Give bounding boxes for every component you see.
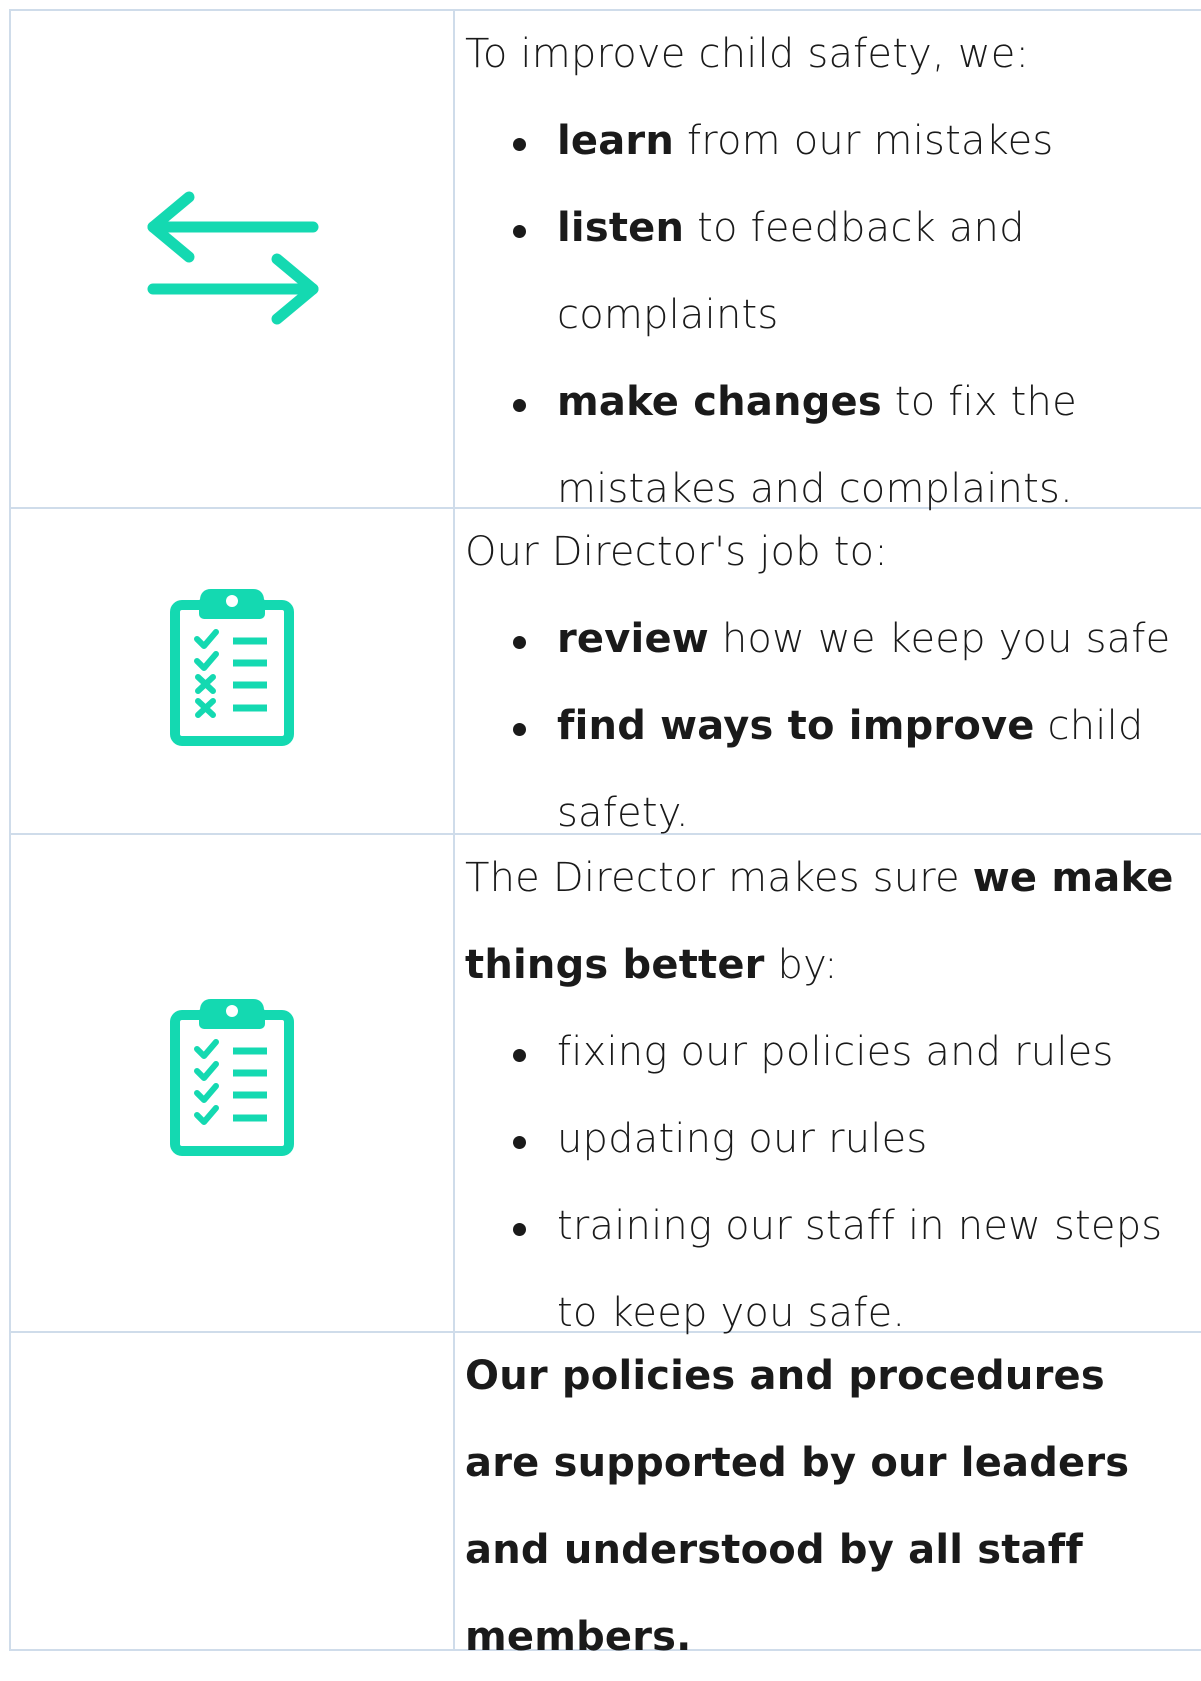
list-item: find ways to improve child safety. <box>465 683 1201 857</box>
list-item: review how we keep you safe <box>465 596 1201 683</box>
statement-text: Our policies and procedures are supporte… <box>465 1353 1130 1660</box>
list-item: training our staff in new steps to keep … <box>465 1183 1201 1357</box>
content-table: To improve child safety, we: learn from … <box>9 9 1201 1660</box>
bullet-list: fixing our policies and rules updating o… <box>465 1009 1201 1357</box>
text-cell: To improve child safety, we: learn from … <box>455 11 1201 512</box>
text-cell: The Director makes sure we make things b… <box>455 835 1201 1336</box>
list-item: learn from our mistakes <box>465 98 1201 185</box>
list-item: updating our rules <box>465 1096 1201 1183</box>
icon-cell <box>11 11 455 507</box>
text-cell: Our policies and procedures are supporte… <box>455 1333 1201 1660</box>
intro-text: The Director makes sure we make things b… <box>465 855 1174 988</box>
checklist-clipboard-icon <box>170 999 294 1156</box>
intro-text: To improve child safety, we: <box>465 31 1030 77</box>
list-item: listen to feedback and complaints <box>465 185 1201 359</box>
table-row: To improve child safety, we: learn from … <box>11 11 1201 512</box>
bullet-list: learn from our mistakes listen to feedba… <box>465 98 1201 533</box>
table-row: Our policies and procedures are supporte… <box>11 1333 1201 1660</box>
list-item: fixing our policies and rules <box>465 1009 1201 1096</box>
table-row: The Director makes sure we make things b… <box>11 835 1201 1336</box>
checklist-clipboard-icon <box>170 589 294 746</box>
list-item: make changes to fix the mistakes and com… <box>465 359 1201 533</box>
text-cell: Our Director's job to: review how we kee… <box>455 509 1201 836</box>
icon-cell <box>11 835 455 1331</box>
table-row: Our Director's job to: review how we kee… <box>11 509 1201 836</box>
icon-cell <box>11 1333 455 1649</box>
swap-arrows-icon <box>147 191 319 325</box>
icon-cell <box>11 509 455 833</box>
bullet-list: review how we keep you safe find ways to… <box>465 596 1201 857</box>
